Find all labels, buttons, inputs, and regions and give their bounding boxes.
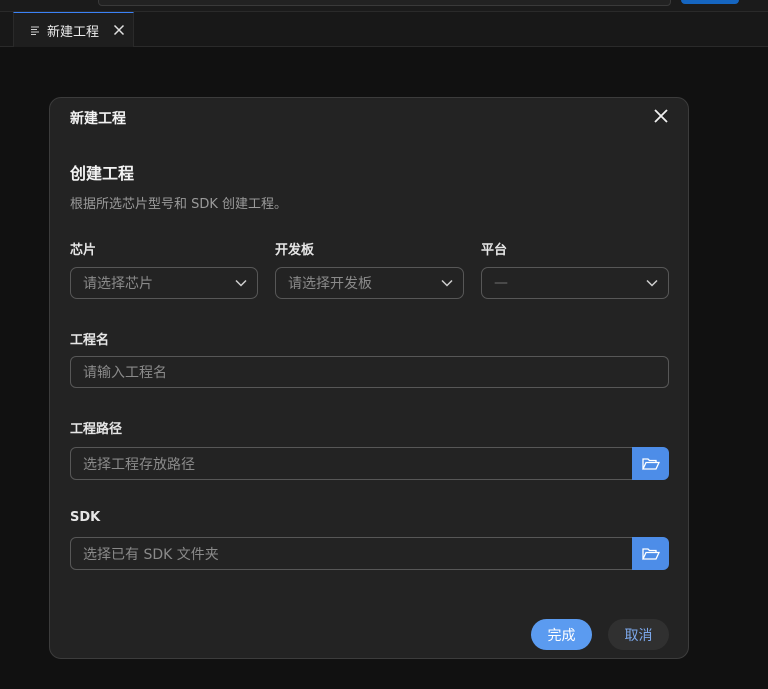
sdk-label: SDK bbox=[70, 510, 101, 525]
project-path-input[interactable]: 选择工程存放路径 bbox=[70, 447, 633, 480]
top-search-bar[interactable] bbox=[98, 0, 671, 6]
folder-open-icon bbox=[641, 547, 660, 560]
sdk-path-placeholder: 选择已有 SDK 文件夹 bbox=[83, 546, 219, 563]
top-action-button[interactable] bbox=[681, 0, 739, 4]
tab-new-project[interactable]: 新建工程 bbox=[13, 12, 134, 47]
dialog-title: 新建工程 bbox=[70, 111, 126, 127]
chevron-down-icon bbox=[235, 279, 247, 287]
section-description: 根据所选芯片型号和 SDK 创建工程。 bbox=[70, 197, 288, 212]
project-path-label: 工程路径 bbox=[70, 422, 123, 437]
folder-open-icon bbox=[641, 457, 660, 470]
chip-select[interactable]: 请选择芯片 bbox=[70, 267, 258, 299]
board-label: 开发板 bbox=[275, 243, 315, 258]
chip-label: 芯片 bbox=[70, 243, 97, 258]
project-name-label: 工程名 bbox=[70, 333, 110, 348]
close-tab-icon[interactable] bbox=[113, 24, 125, 36]
platform-label: 平台 bbox=[481, 243, 508, 258]
platform-select[interactable]: — bbox=[481, 267, 669, 299]
chevron-down-icon bbox=[441, 279, 453, 287]
sdk-path-input[interactable]: 选择已有 SDK 文件夹 bbox=[70, 537, 633, 570]
document-lines-icon bbox=[31, 26, 39, 35]
section-title: 创建工程 bbox=[70, 164, 135, 183]
top-toolbar bbox=[0, 0, 768, 12]
new-project-dialog: 新建工程 创建工程 根据所选芯片型号和 SDK 创建工程。 芯片 请选择芯片 开… bbox=[49, 97, 689, 659]
tab-label: 新建工程 bbox=[47, 24, 100, 40]
board-select[interactable]: 请选择开发板 bbox=[275, 267, 464, 299]
editor-tab-bar: 新建工程 bbox=[0, 12, 768, 47]
chevron-down-icon bbox=[646, 279, 658, 287]
project-name-input[interactable]: 请输入工程名 bbox=[70, 356, 669, 388]
project-path-placeholder: 选择工程存放路径 bbox=[83, 456, 195, 473]
board-placeholder: 请选择开发板 bbox=[288, 276, 372, 292]
browse-path-button[interactable] bbox=[632, 447, 669, 480]
platform-value: — bbox=[494, 275, 508, 291]
chip-placeholder: 请选择芯片 bbox=[83, 276, 153, 292]
close-icon[interactable] bbox=[653, 108, 669, 124]
finish-button[interactable]: 完成 bbox=[531, 619, 592, 650]
cancel-button[interactable]: 取消 bbox=[608, 619, 669, 650]
browse-sdk-button[interactable] bbox=[632, 537, 669, 570]
project-name-placeholder: 请输入工程名 bbox=[83, 365, 167, 381]
